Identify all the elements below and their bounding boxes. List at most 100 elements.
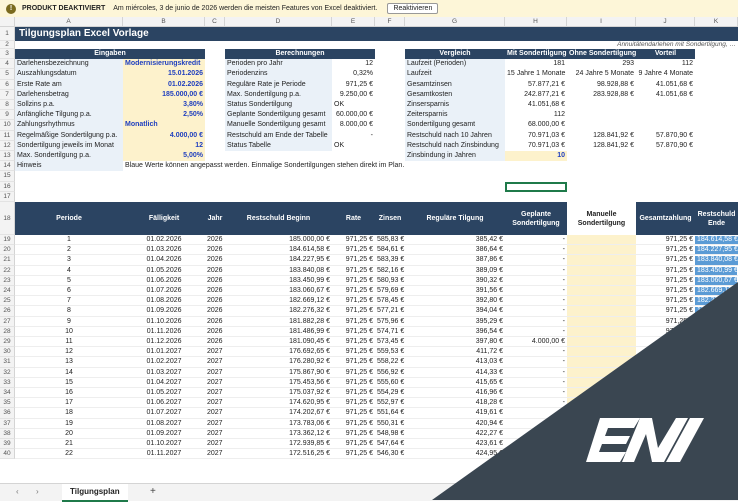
table-cell[interactable]: 394,04 €: [405, 306, 505, 317]
table-cell[interactable]: 174.202,67 €: [695, 398, 738, 409]
table-cell[interactable]: 971,25 €: [332, 266, 375, 276]
table-cell[interactable]: [567, 286, 636, 297]
table-cell[interactable]: 580,93 €: [375, 276, 405, 286]
column-header[interactable]: I: [567, 17, 636, 27]
table-cell[interactable]: 971,25 €: [332, 419, 375, 429]
table-cell[interactable]: 578,45 €: [375, 296, 405, 307]
table-cell[interactable]: 971,25 €: [636, 368, 695, 378]
table-cell[interactable]: 971,25 €: [636, 296, 695, 307]
table-cell[interactable]: 176.280,92 €: [695, 347, 738, 358]
row-header[interactable]: 8: [0, 100, 15, 111]
input-value[interactable]: 15.01.2026: [123, 69, 205, 80]
add-sheet-button[interactable]: +: [150, 486, 156, 497]
table-cell[interactable]: 548,98 €: [375, 429, 405, 439]
table-cell[interactable]: 971,25 €: [636, 286, 695, 297]
table-cell[interactable]: 184.614,58 €: [225, 245, 332, 256]
table-cell[interactable]: 01.05.2027: [123, 388, 205, 399]
row-header[interactable]: 21: [0, 255, 15, 266]
table-cell[interactable]: 971,25 €: [332, 378, 375, 388]
table-cell[interactable]: 971,25 €: [636, 388, 695, 399]
table-cell[interactable]: 184.614,58 €: [695, 235, 738, 246]
table-cell[interactable]: -: [505, 419, 567, 429]
table-cell[interactable]: 389,09 €: [405, 266, 505, 276]
table-cell[interactable]: 01.04.2026: [123, 255, 205, 266]
table-cell[interactable]: 175.037,92 €: [695, 378, 738, 388]
table-cell[interactable]: 555,60 €: [375, 378, 405, 388]
scroll-left-icon[interactable]: ‹: [16, 487, 19, 496]
table-cell[interactable]: 971,25 €: [636, 276, 695, 286]
table-cell[interactable]: 971,25 €: [636, 357, 695, 368]
table-cell[interactable]: 184.227,95 €: [225, 255, 332, 266]
table-cell[interactable]: 2026: [205, 306, 225, 317]
table-cell[interactable]: -: [505, 357, 567, 368]
table-cell[interactable]: 182.276,32 €: [225, 306, 332, 317]
table-cell[interactable]: 971,25 €: [332, 429, 375, 439]
table-cell[interactable]: 577,21 €: [375, 306, 405, 317]
table-cell[interactable]: -: [505, 245, 567, 256]
table-cell[interactable]: 172.516,25 €: [695, 439, 738, 450]
table-cell[interactable]: 971,25 €: [636, 429, 695, 439]
table-cell[interactable]: -: [505, 439, 567, 450]
table-cell[interactable]: 386,64 €: [405, 245, 505, 256]
table-cell[interactable]: 582,16 €: [375, 266, 405, 276]
table-cell[interactable]: -: [505, 347, 567, 358]
row-header[interactable]: 37: [0, 418, 15, 429]
table-cell[interactable]: 01.06.2027: [123, 398, 205, 409]
table-cell[interactable]: [567, 357, 636, 368]
table-cell[interactable]: 2027: [205, 388, 225, 399]
table-cell[interactable]: 172.939,85 €: [695, 429, 738, 439]
table-cell[interactable]: -: [505, 317, 567, 327]
input-value[interactable]: 12: [123, 140, 205, 151]
column-header[interactable]: F: [375, 17, 405, 27]
table-cell[interactable]: -: [505, 235, 567, 246]
table-cell[interactable]: 971,25 €: [636, 327, 695, 337]
table-cell[interactable]: -: [505, 429, 567, 439]
table-cell[interactable]: [567, 388, 636, 399]
row-header[interactable]: 34: [0, 388, 15, 399]
row-header[interactable]: 23: [0, 275, 15, 286]
table-cell[interactable]: 971,25 €: [636, 337, 695, 348]
table-cell[interactable]: 01.11.2027: [123, 449, 205, 460]
table-cell[interactable]: 176.692,65 €: [695, 337, 738, 348]
row-header[interactable]: 13: [0, 151, 15, 162]
table-cell[interactable]: 414,33 €: [405, 368, 505, 378]
reactivate-button[interactable]: Reaktivieren: [387, 3, 439, 14]
table-cell[interactable]: 01.09.2027: [123, 429, 205, 439]
select-all-corner[interactable]: [0, 17, 15, 27]
row-header[interactable]: 27: [0, 316, 15, 327]
table-cell[interactable]: [567, 377, 636, 388]
table-cell[interactable]: 6: [15, 286, 123, 297]
table-cell[interactable]: 01.03.2026: [123, 245, 205, 256]
table-cell[interactable]: 971,25 €: [636, 398, 695, 409]
row-header[interactable]: 38: [0, 428, 15, 439]
table-cell[interactable]: 971,25 €: [332, 235, 375, 246]
table-cell[interactable]: [567, 367, 636, 378]
table-cell[interactable]: 01.09.2026: [123, 306, 205, 317]
table-cell[interactable]: 2026: [205, 337, 225, 348]
table-cell[interactable]: [567, 306, 636, 317]
table-cell[interactable]: 01.05.2026: [123, 266, 205, 276]
table-cell[interactable]: 2026: [205, 317, 225, 327]
table-cell[interactable]: 971,25 €: [332, 327, 375, 337]
table-cell[interactable]: [567, 337, 636, 348]
table-cell[interactable]: 01.08.2026: [123, 296, 205, 307]
table-cell[interactable]: 01.07.2027: [123, 408, 205, 419]
table-cell[interactable]: 182.276,32 €: [695, 296, 738, 307]
table-cell[interactable]: 173.783,06 €: [225, 419, 332, 429]
table-cell[interactable]: 971,25 €: [332, 357, 375, 368]
table-cell[interactable]: 411,72 €: [405, 347, 505, 358]
table-cell[interactable]: 971,25 €: [332, 388, 375, 399]
table-cell[interactable]: 387,86 €: [405, 255, 505, 266]
table-cell[interactable]: 01.04.2027: [123, 378, 205, 388]
table-cell[interactable]: 579,69 €: [375, 286, 405, 297]
table-cell[interactable]: 181.882,28 €: [695, 306, 738, 317]
table-cell[interactable]: 556,92 €: [375, 368, 405, 378]
table-cell[interactable]: 181.090,45 €: [695, 327, 738, 337]
table-cell[interactable]: 397,80 €: [405, 337, 505, 348]
table-cell[interactable]: [567, 418, 636, 429]
table-cell[interactable]: [567, 326, 636, 337]
table-cell[interactable]: 172.939,85 €: [225, 439, 332, 450]
input-value[interactable]: 3,80%: [123, 100, 205, 111]
row-header[interactable]: 32: [0, 367, 15, 378]
column-header[interactable]: E: [332, 17, 375, 27]
